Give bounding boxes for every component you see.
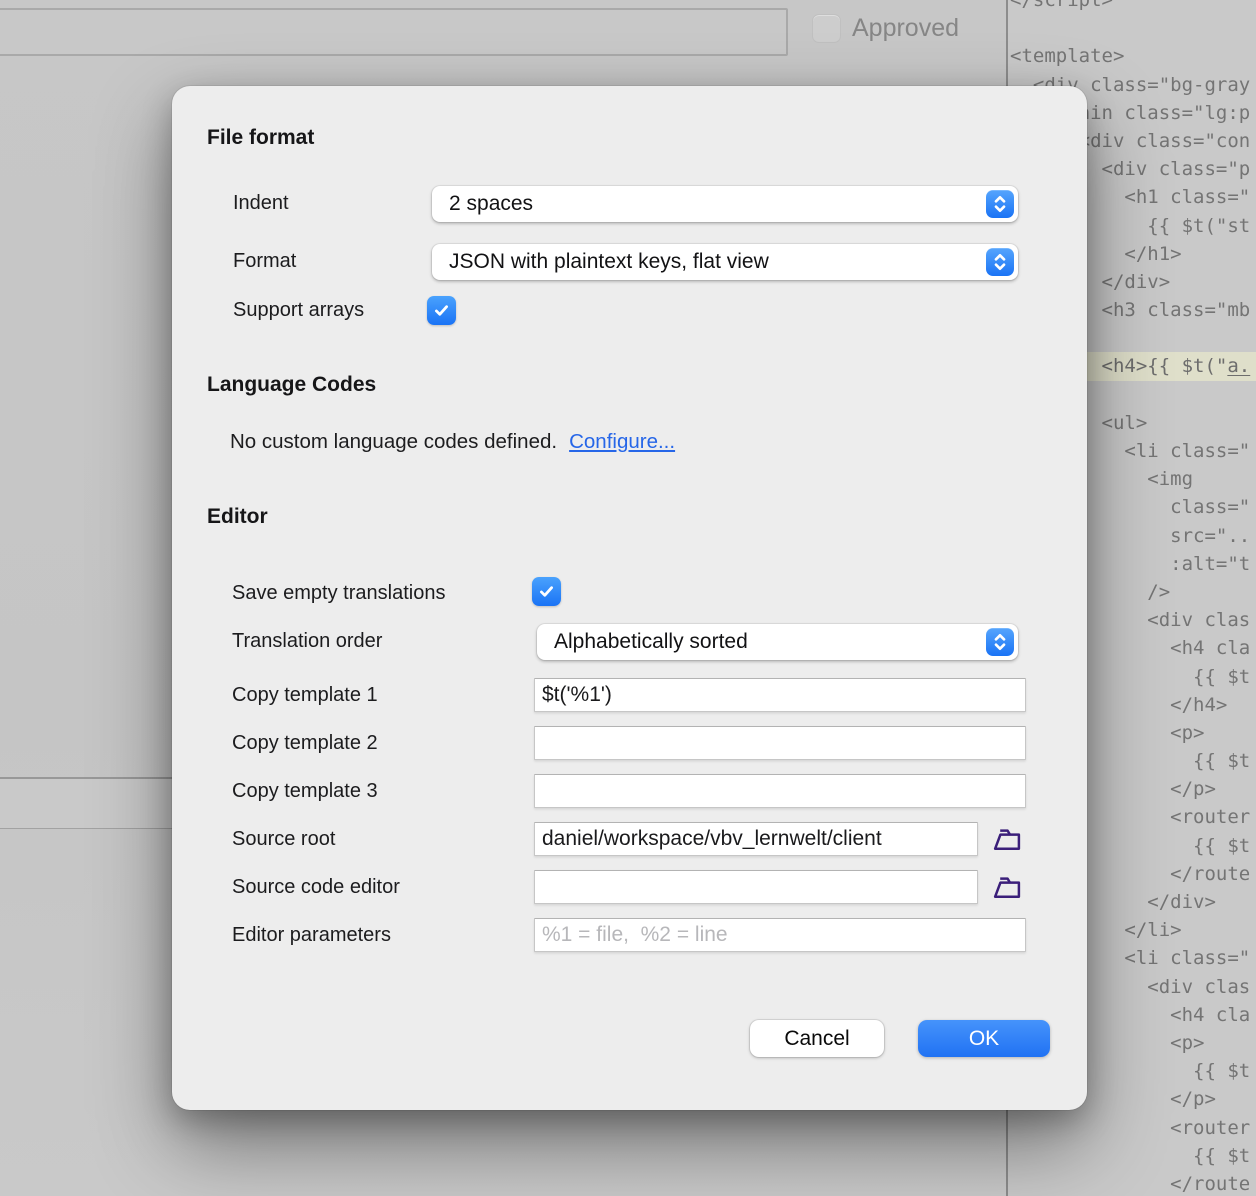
indent-select-value: 2 spaces	[449, 192, 533, 216]
approved-checkbox-row: Approved	[812, 14, 959, 43]
editor-parameters-input[interactable]	[534, 918, 1026, 952]
approved-checkbox[interactable]	[812, 14, 841, 43]
select-stepper-icon	[986, 628, 1014, 656]
copy-template-2-label: Copy template 2	[232, 732, 378, 755]
translation-key-link[interactable]: a.	[1227, 355, 1250, 377]
copy-template-1-input[interactable]	[534, 678, 1026, 712]
select-stepper-icon	[986, 190, 1014, 218]
background-text-field[interactable]	[0, 8, 788, 56]
source-code-editor-folder-icon[interactable]	[990, 871, 1024, 901]
source-root-folder-icon[interactable]	[990, 823, 1024, 853]
translation-order-select-value: Alphabetically sorted	[554, 630, 748, 654]
code-line: <router	[1008, 1114, 1256, 1142]
source-root-input[interactable]	[534, 822, 978, 856]
indent-select[interactable]: 2 spaces	[432, 186, 1018, 222]
cancel-button[interactable]: Cancel	[750, 1020, 884, 1057]
format-select[interactable]: JSON with plaintext keys, flat view	[432, 244, 1018, 280]
configure-link[interactable]: Configure...	[569, 430, 675, 453]
save-empty-translations-checkbox[interactable]	[532, 577, 561, 606]
indent-label: Indent	[233, 192, 289, 215]
section-title-language-codes: Language Codes	[207, 373, 376, 397]
settings-dialog: File format Indent 2 spaces Format JSON …	[172, 86, 1087, 1110]
approved-label: Approved	[852, 14, 959, 43]
save-empty-translations-label: Save empty translations	[232, 582, 445, 605]
code-line: {{ $t	[1008, 1142, 1256, 1170]
source-code-editor-label: Source code editor	[232, 876, 400, 899]
code-line	[1008, 14, 1256, 42]
code-line: </script>	[1008, 0, 1256, 14]
check-icon	[433, 302, 450, 319]
section-title-file-format: File format	[207, 126, 314, 150]
section-title-editor: Editor	[207, 505, 268, 529]
source-root-label: Source root	[232, 828, 335, 851]
format-select-value: JSON with plaintext keys, flat view	[449, 250, 769, 274]
select-stepper-icon	[986, 248, 1014, 276]
copy-template-3-label: Copy template 3	[232, 780, 378, 803]
format-label: Format	[233, 250, 296, 273]
copy-template-2-input[interactable]	[534, 726, 1026, 760]
support-arrays-label: Support arrays	[233, 299, 364, 322]
language-codes-status-text: No custom language codes defined.	[230, 430, 557, 453]
copy-template-1-label: Copy template 1	[232, 684, 378, 707]
translation-order-select[interactable]: Alphabetically sorted	[537, 624, 1018, 660]
copy-template-3-input[interactable]	[534, 774, 1026, 808]
source-code-editor-input[interactable]	[534, 870, 978, 904]
ok-button[interactable]: OK	[918, 1020, 1050, 1057]
language-codes-status: No custom language codes defined. Configu…	[230, 430, 675, 454]
code-line: <template>	[1008, 42, 1256, 70]
code-line: </route	[1008, 1170, 1256, 1196]
translation-order-label: Translation order	[232, 630, 382, 653]
support-arrays-checkbox[interactable]	[427, 296, 456, 325]
editor-parameters-label: Editor parameters	[232, 924, 391, 947]
check-icon	[538, 583, 555, 600]
